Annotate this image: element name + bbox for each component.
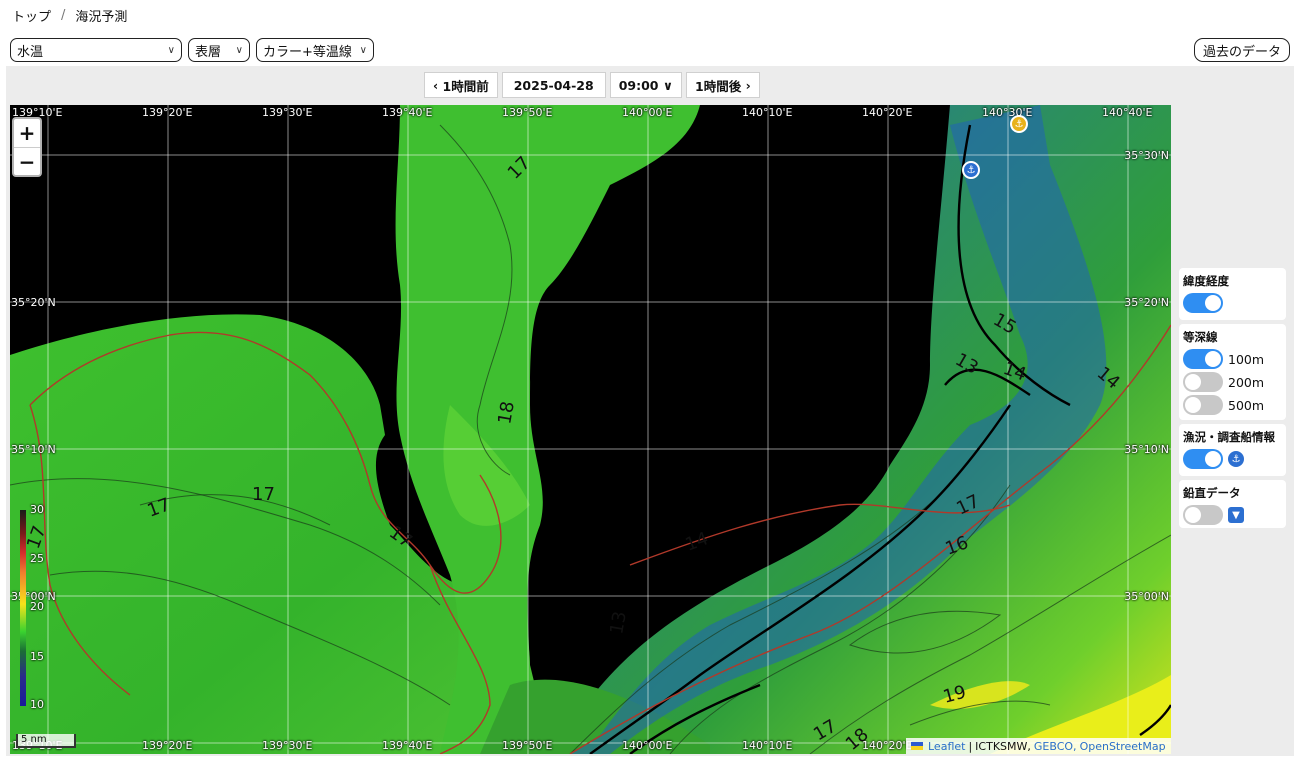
isotherm-label: 14 (683, 528, 712, 556)
lon-label-top: 140°00'E (622, 106, 673, 119)
buoy-marker[interactable]: ⚓ (962, 161, 980, 179)
fishery-title: 漁況・調査船情報 (1183, 430, 1275, 444)
colorbar-tick: 10 (30, 698, 44, 711)
vertical-data-panel: 鉛直データ ▼ (1179, 480, 1286, 528)
next-hour-button[interactable]: 1時間後 › (686, 72, 760, 98)
lon-label-bottom: 139°50'E (502, 739, 553, 752)
colorbar-tick: 20 (30, 600, 44, 613)
colorbar-tick: 30 (30, 503, 44, 516)
display-select[interactable]: カラー+等温線 ∨ (256, 38, 374, 62)
layer-select[interactable]: 表層 ∨ (188, 38, 250, 62)
depth-100m-label: 100m (1228, 351, 1265, 367)
time-select[interactable]: 09:00 ∨ (609, 72, 683, 98)
colorbar-tick: 25 (30, 552, 44, 565)
buoy-icon: ⚓ (1228, 451, 1244, 467)
prev-hour-label: 1時間前 (442, 78, 489, 94)
breadcrumb-separator: / (61, 8, 66, 23)
fishery-toggle[interactable] (1183, 449, 1223, 469)
gebco-link[interactable]: GEBCO, (1034, 740, 1077, 753)
variable-select[interactable]: 水温 ∨ (10, 38, 182, 62)
time-navigator: ‹ 1時間前 2025-04-28 09:00 ∨ 1時間後 › (424, 72, 760, 98)
map-attribution: Leaflet | ICTKSMW, GEBCO, OpenStreetMap (906, 738, 1171, 754)
lon-label-bottom: 139°40'E (382, 739, 433, 752)
prev-hour-button[interactable]: ‹ 1時間前 (424, 72, 498, 98)
latlon-panel: 緯度経度 (1179, 268, 1286, 320)
breadcrumb: トップ / 海況予測 (12, 6, 127, 25)
sea-temperature-map[interactable]: 17 18 17 17 17 17 17 16 15 14 14 13 13 1… (10, 105, 1171, 754)
depth-200m-label: 200m (1228, 374, 1265, 390)
chevron-down-icon: ∨ (359, 44, 367, 56)
lon-label-top: 139°30'E (262, 106, 313, 119)
attribution-separator: | (968, 739, 973, 753)
zoom-control: + − (12, 117, 42, 177)
ukraine-flag-icon (911, 742, 923, 750)
latlon-toggle[interactable] (1183, 293, 1223, 313)
latlon-title: 緯度経度 (1183, 274, 1229, 288)
lon-label-top: 139°50'E (502, 106, 553, 119)
next-hour-label: 1時間後 (695, 78, 742, 94)
lon-label-bottom: 140°00'E (622, 739, 673, 752)
anchor-icon: ⚓ (966, 164, 976, 176)
lon-label-bottom: 140°20'E (862, 739, 913, 752)
lat-label-left: 35°10'N (11, 443, 56, 456)
lon-label-top: 139°20'E (142, 106, 193, 119)
lon-label-top: 140°40'E (1102, 106, 1153, 119)
depth-200m-toggle[interactable] (1183, 372, 1223, 392)
lon-label-bottom: 139°30'E (262, 739, 313, 752)
depth-100m-toggle[interactable] (1183, 349, 1223, 369)
anchor-icon: ⚓ (1014, 118, 1024, 130)
display-select-value: カラー+等温線 (263, 44, 352, 60)
depth-500m-toggle[interactable] (1183, 395, 1223, 415)
layer-select-value: 表層 (195, 44, 222, 60)
vertical-toggle[interactable] (1183, 505, 1223, 525)
lat-label-right: 35°20'N (1124, 296, 1169, 309)
lon-label-top: 140°10'E (742, 106, 793, 119)
temperature-colorbar (20, 510, 26, 706)
vertical-data-icon: ▼ (1228, 507, 1244, 523)
zoom-out-button[interactable]: − (14, 147, 40, 175)
chevron-right-icon: › (741, 77, 751, 93)
lat-label-right: 35°10'N (1124, 443, 1169, 456)
lon-label-top: 139°40'E (382, 106, 433, 119)
lat-label-left: 35°20'N (11, 296, 56, 309)
isotherm-label: 17 (252, 484, 275, 505)
map-canvas: 17 18 17 17 17 17 17 16 15 14 14 13 13 1… (10, 105, 1171, 754)
time-select-value: 09:00 (618, 77, 659, 93)
leaflet-link[interactable]: Leaflet (928, 740, 965, 753)
date-display[interactable]: 2025-04-28 (501, 72, 606, 98)
chevron-down-icon: ∨ (658, 77, 674, 93)
lon-label-top: 140°20'E (862, 106, 913, 119)
depth-title: 等深線 (1183, 330, 1218, 344)
colorbar-tick: 15 (30, 650, 44, 663)
zoom-in-button[interactable]: + (14, 119, 40, 147)
breadcrumb-current: 海況予測 (75, 10, 128, 25)
chevron-down-icon: ∨ (167, 44, 175, 56)
chevron-down-icon: ∨ (235, 44, 243, 56)
fishery-panel: 漁況・調査船情報 ⚓ (1179, 424, 1286, 476)
isotherm-label: 13 (606, 610, 631, 636)
vertical-title: 鉛直データ (1183, 486, 1241, 500)
attribution-ictksmw: ICTKSMW, (975, 739, 1031, 753)
buoy-marker[interactable]: ⚓ (1010, 115, 1028, 133)
map-scale: 5 nm (16, 734, 76, 748)
depth-panel: 等深線 100m 200m 500m (1179, 324, 1286, 420)
toolbar: 水温 ∨ 表層 ∨ カラー+等温線 ∨ (10, 38, 374, 62)
variable-select-value: 水温 (17, 44, 44, 60)
chevron-left-icon: ‹ (433, 77, 443, 93)
lat-label-right: 35°30'N (1124, 149, 1169, 162)
depth-500m-label: 500m (1228, 397, 1265, 413)
osm-link[interactable]: OpenStreetMap (1080, 740, 1166, 753)
past-data-button[interactable]: 過去のデータ (1193, 38, 1290, 62)
lon-label-bottom: 139°20'E (142, 739, 193, 752)
breadcrumb-home[interactable]: トップ (12, 6, 51, 25)
isotherm-label: 18 (494, 400, 519, 426)
lon-label-bottom: 140°10'E (742, 739, 793, 752)
lat-label-right: 35°00'N (1124, 590, 1169, 603)
